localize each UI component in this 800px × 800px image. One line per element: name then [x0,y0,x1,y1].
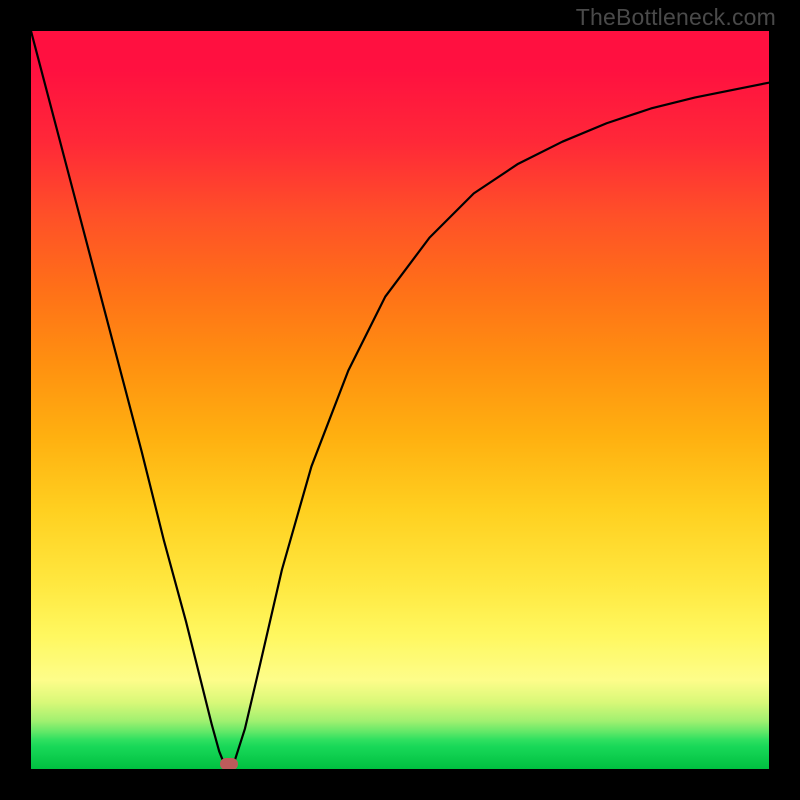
watermark-text: TheBottleneck.com [576,4,776,31]
chart-frame: TheBottleneck.com [0,0,800,800]
optimal-marker [220,758,238,769]
bottleneck-curve [31,31,769,769]
plot-area [31,31,769,769]
